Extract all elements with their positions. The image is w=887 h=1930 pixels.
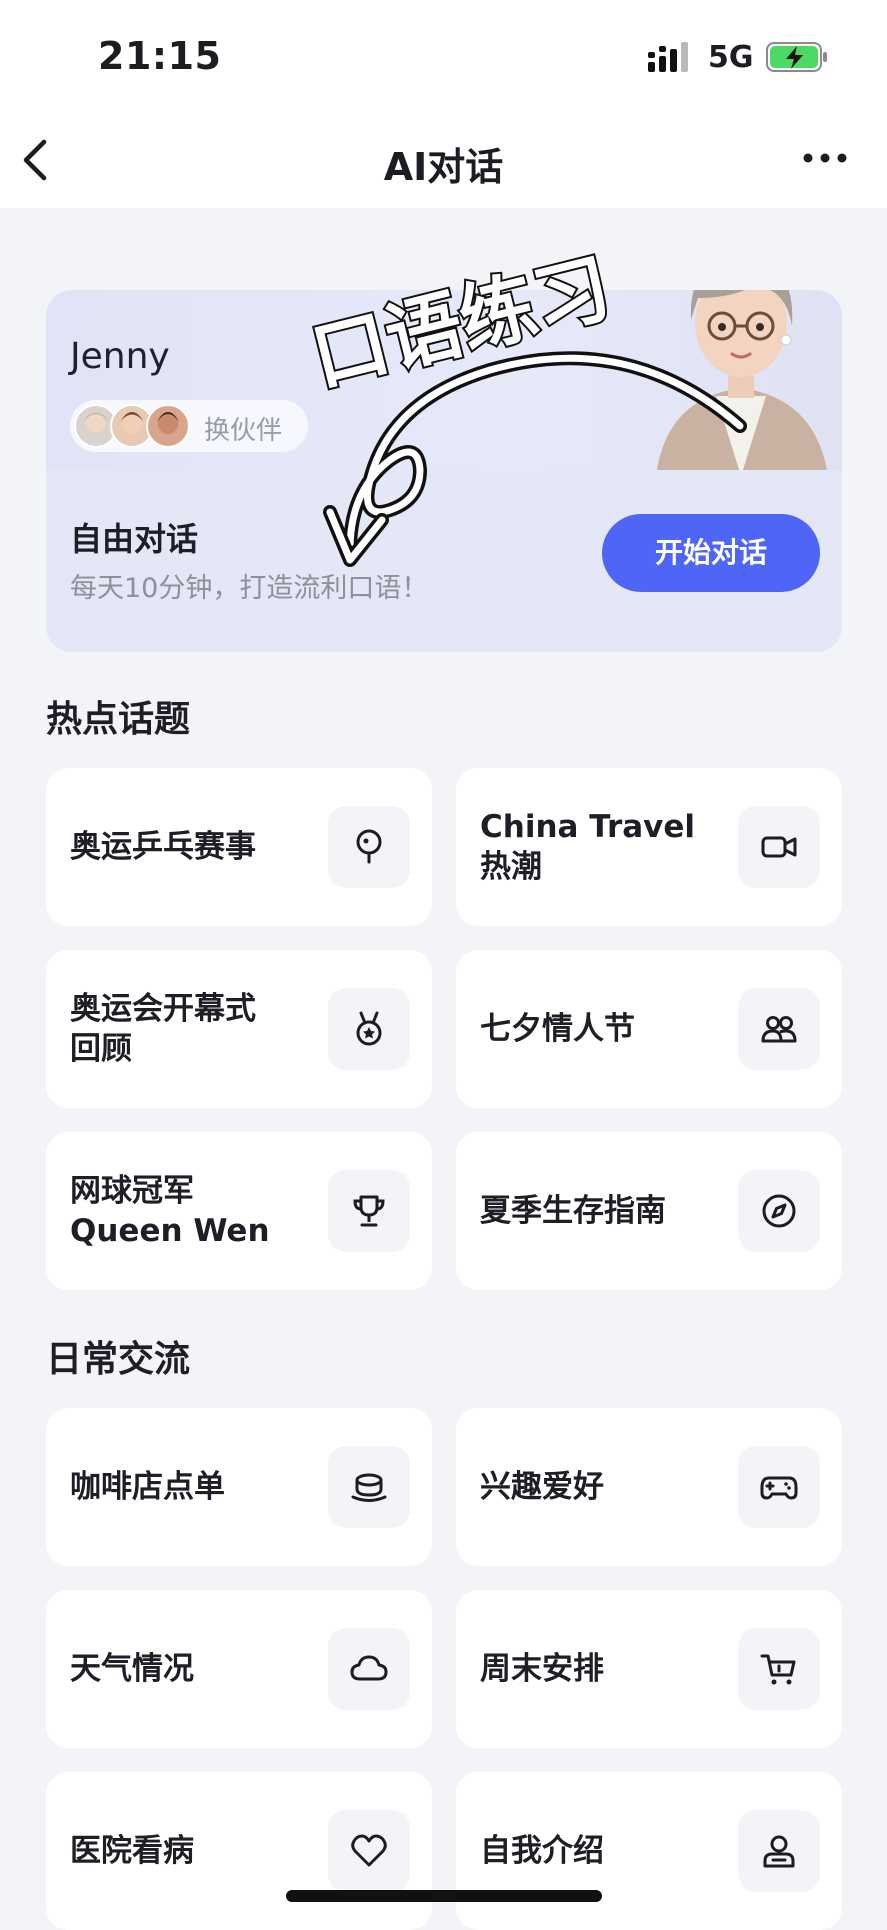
topic-card[interactable]: 自我介绍 (456, 1772, 842, 1930)
home-indicator[interactable] (286, 1890, 602, 1902)
topic-card[interactable]: 网球冠军 Queen Wen (46, 1132, 432, 1290)
section-title-daily-conversation: 日常交流 (46, 1339, 191, 1380)
cloud-icon (328, 1628, 410, 1710)
partner-hero-card: Jenny 换伙伴 自由对话 每天10分钟，打造流利口语！ 开始对话 (46, 290, 842, 652)
gamepad-icon (738, 1446, 820, 1528)
signal-icon (648, 42, 688, 72)
cart-icon (738, 1628, 820, 1710)
topic-card-label: 天气情况 (70, 1651, 194, 1687)
nav-bar: AI对话 (0, 110, 887, 208)
free-chat-title: 自由对话 (70, 520, 199, 558)
section-title-hot-topics: 热点话题 (46, 699, 191, 740)
topic-card-label: 奥运会开幕式 回顾 (70, 991, 256, 1067)
status-time: 21:15 (98, 34, 222, 78)
topic-card[interactable]: 夏季生存指南 (456, 1132, 842, 1290)
partner-avatars-icon (74, 404, 190, 448)
topic-card[interactable]: 兴趣爱好 (456, 1408, 842, 1566)
topic-card-label: China Travel 热潮 (480, 809, 696, 885)
topic-card-label: 医院看病 (70, 1833, 194, 1869)
topic-card-label: 夏季生存指南 (480, 1193, 666, 1229)
topic-card-label: 周末安排 (480, 1651, 604, 1687)
topic-card[interactable]: 周末安排 (456, 1590, 842, 1748)
topic-card-label: 兴趣爱好 (480, 1469, 604, 1505)
medal-icon (328, 988, 410, 1070)
topic-card[interactable]: 咖啡店点单 (46, 1408, 432, 1566)
start-chat-button[interactable]: 开始对话 (602, 514, 820, 592)
change-partner-button[interactable]: 换伙伴 (70, 400, 308, 452)
network-type: 5G (708, 40, 754, 75)
partner-panel: Jenny 换伙伴 (46, 290, 842, 476)
topic-card[interactable]: 七夕情人节 (456, 950, 842, 1108)
topic-card-label: 网球冠军 Queen Wen (70, 1173, 270, 1249)
topic-card-label: 自我介绍 (480, 1833, 604, 1869)
compass-icon (738, 1170, 820, 1252)
partner-avatar-illustration (656, 290, 828, 476)
ping-pong-icon (328, 806, 410, 888)
person-icon (738, 1810, 820, 1892)
people-icon (738, 988, 820, 1070)
change-partner-label: 换伙伴 (204, 416, 283, 446)
topic-card-label: 七夕情人节 (480, 1011, 635, 1047)
topic-card[interactable]: China Travel 热潮 (456, 768, 842, 926)
partner-name: Jenny (70, 336, 170, 377)
status-bar: 21:15 5G (0, 0, 887, 110)
video-icon (738, 806, 820, 888)
topic-card[interactable]: 奥运会开幕式 回顾 (46, 950, 432, 1108)
trophy-icon (328, 1170, 410, 1252)
heart-icon (328, 1810, 410, 1892)
battery-charging-icon (766, 42, 827, 72)
topic-card[interactable]: 奥运乒乓赛事 (46, 768, 432, 926)
coffee-cup-icon (328, 1446, 410, 1528)
free-chat-subtitle: 每天10分钟，打造流利口语！ (70, 573, 429, 604)
more-options-icon[interactable] (800, 138, 850, 178)
topic-card-label: 奥运乒乓赛事 (70, 829, 256, 865)
topic-card[interactable]: 天气情况 (46, 1590, 432, 1748)
topic-card-label: 咖啡店点单 (70, 1469, 225, 1505)
topic-card[interactable]: 医院看病 (46, 1772, 432, 1930)
free-chat-panel: 自由对话 每天10分钟，打造流利口语！ 开始对话 (46, 470, 842, 652)
page-title: AI对话 (383, 145, 504, 189)
